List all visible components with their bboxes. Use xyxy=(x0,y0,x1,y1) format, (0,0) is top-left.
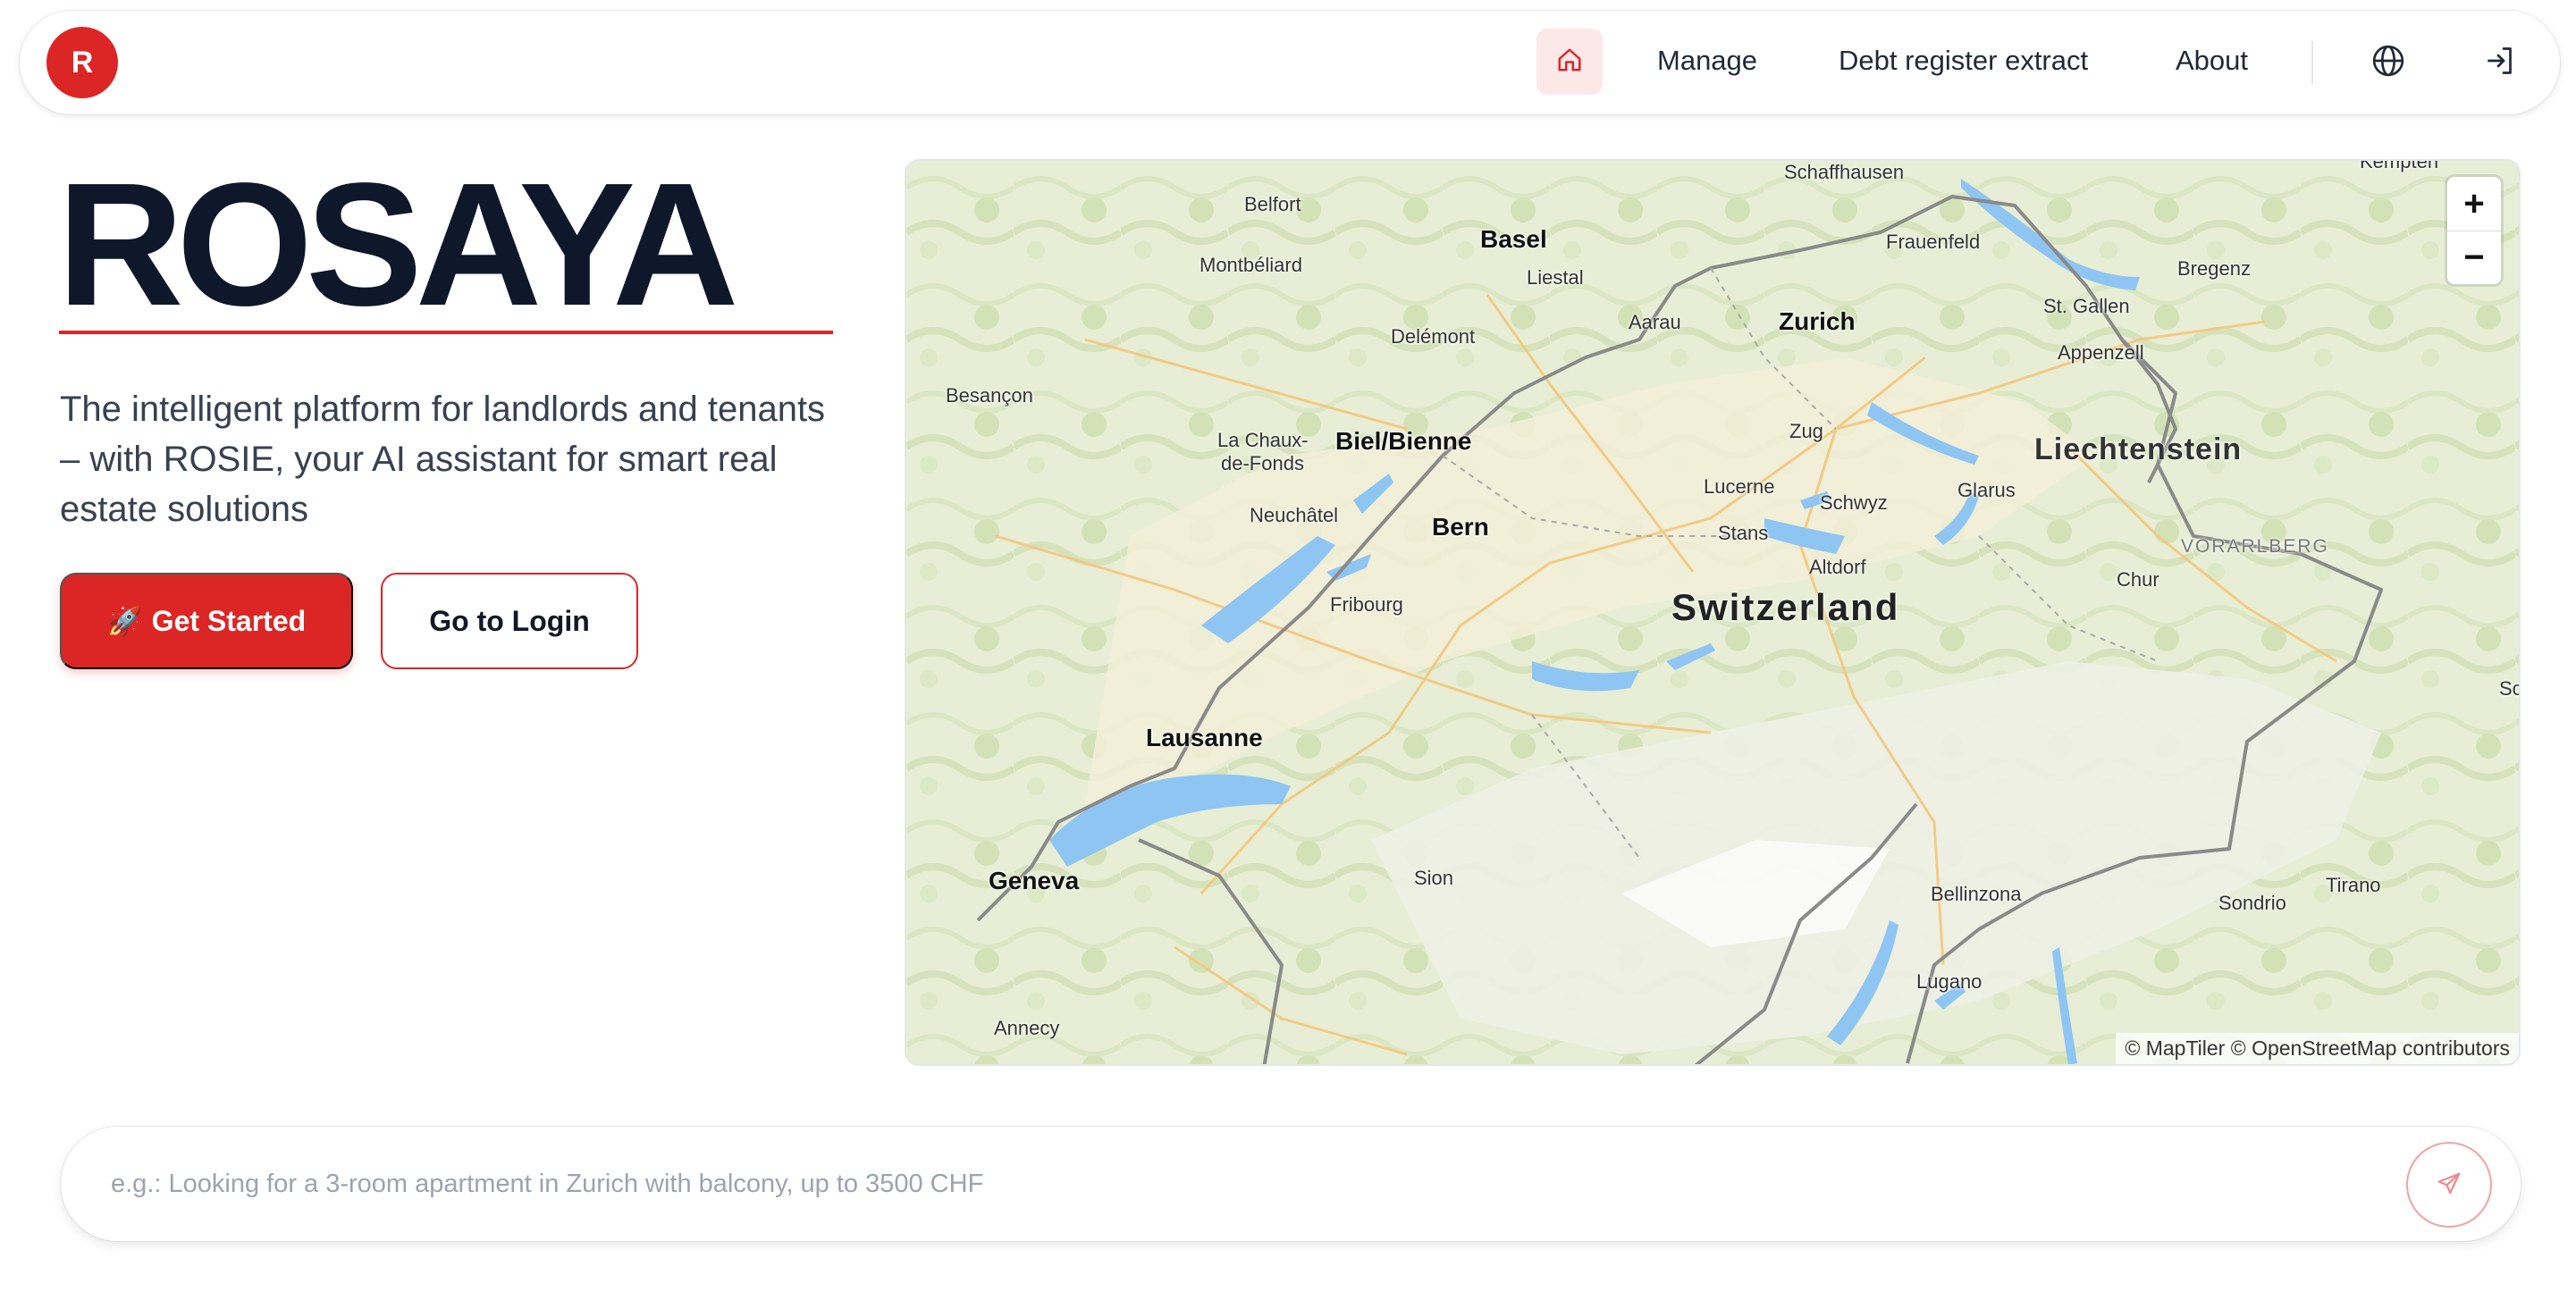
search-bar xyxy=(61,1127,2521,1241)
place-bellinzona: Bellinzona xyxy=(1931,883,2022,905)
place-stans: Stans xyxy=(1718,522,1769,544)
rocket-icon: 🚀 xyxy=(106,605,143,637)
zoom-out-button[interactable]: − xyxy=(2447,231,2501,284)
send-button[interactable] xyxy=(2406,1142,2492,1228)
place-tirano: Tirano xyxy=(2326,874,2381,896)
place-belfort: Belfort xyxy=(1244,193,1301,215)
place-delemont: Delémont xyxy=(1391,325,1476,348)
place-sion: Sion xyxy=(1414,867,1454,889)
city-geneva: Geneva xyxy=(989,867,1080,894)
hero-tagline: The intelligent platform for landlords a… xyxy=(60,390,826,529)
get-started-label: Get Started xyxy=(151,604,307,637)
get-started-button[interactable]: 🚀 Get Started xyxy=(60,573,353,669)
brand-title: ROSAYA xyxy=(57,147,739,342)
place-la-chaux-de-fonds-2: de-Fonds xyxy=(1221,452,1304,474)
area-vorarlberg: VORARLBERG xyxy=(2181,536,2329,557)
place-montbeliard: Montbéliard xyxy=(1200,254,1302,276)
logo-badge[interactable]: R xyxy=(46,27,118,98)
place-liestal: Liestal xyxy=(1527,266,1584,289)
place-lucerne: Lucerne xyxy=(1704,475,1775,498)
place-chur: Chur xyxy=(2117,568,2159,591)
nav-link-about[interactable]: About xyxy=(2176,45,2248,77)
nav-link-debt-register-extract[interactable]: Debt register extract xyxy=(1839,45,2088,77)
place-sondrio: Sondrio xyxy=(2218,892,2286,914)
go-to-login-button[interactable]: Go to Login xyxy=(381,573,638,669)
place-la-chaux-de-fonds-1: La Chaux- xyxy=(1217,429,1309,451)
place-neuchatel: Neuchâtel xyxy=(1250,504,1339,526)
map-view[interactable]: Schaffhausen Belfort Basel Frauenfeld Br… xyxy=(905,159,2521,1066)
home-icon xyxy=(1556,46,1583,78)
search-input[interactable] xyxy=(111,1157,2345,1211)
login-icon xyxy=(2485,45,2517,81)
map-zoom-control: + − xyxy=(2447,177,2501,284)
zoom-in-button[interactable]: + xyxy=(2447,177,2501,231)
place-bregenz: Bregenz xyxy=(2177,257,2251,280)
globe-icon xyxy=(2370,43,2406,83)
place-kempten: Kempten xyxy=(2360,159,2439,172)
city-lausanne: Lausanne xyxy=(1146,724,1263,751)
place-altdorf: Altdorf xyxy=(1809,556,1866,578)
city-zurich: Zurich xyxy=(1779,307,1856,335)
language-button[interactable] xyxy=(2369,43,2408,82)
home-button[interactable] xyxy=(1536,29,1603,95)
nav-link-manage[interactable]: Manage xyxy=(1657,45,1757,77)
city-basel: Basel xyxy=(1480,225,1547,253)
place-frauenfeld: Frauenfeld xyxy=(1886,231,1981,253)
place-st-gallen: St. Gallen xyxy=(2043,295,2130,317)
place-aarau: Aarau xyxy=(1629,311,1681,333)
place-fribourg: Fribourg xyxy=(1330,593,1403,616)
place-zug: Zug xyxy=(1789,420,1823,442)
top-navbar: R Manage Debt register extract About xyxy=(20,11,2560,114)
nav-divider xyxy=(2311,41,2313,84)
login-button[interactable] xyxy=(2481,43,2521,82)
place-lugano: Lugano xyxy=(1916,970,1983,993)
place-appenzell: Appenzell xyxy=(2058,341,2144,364)
city-bern: Bern xyxy=(1432,513,1489,541)
place-schaffhausen: Schaffhausen xyxy=(1784,161,1905,183)
map-attribution[interactable]: © MapTiler © OpenStreetMap contributors xyxy=(2116,1033,2519,1064)
place-schwyz: Schwyz xyxy=(1820,491,1888,514)
region-liechtenstein: Liechtenstein xyxy=(2034,432,2243,466)
place-annecy: Annecy xyxy=(994,1017,1060,1039)
city-biel-bienne: Biel/Bienne xyxy=(1335,427,1472,455)
place-besancon: Besançon xyxy=(946,384,1033,407)
send-icon xyxy=(2436,1170,2462,1200)
place-sc-clipped: Sc xyxy=(2499,677,2521,700)
place-glarus: Glarus xyxy=(1957,479,2016,501)
country-switzerland: Switzerland xyxy=(1671,586,1900,628)
brand-underline xyxy=(59,331,833,334)
